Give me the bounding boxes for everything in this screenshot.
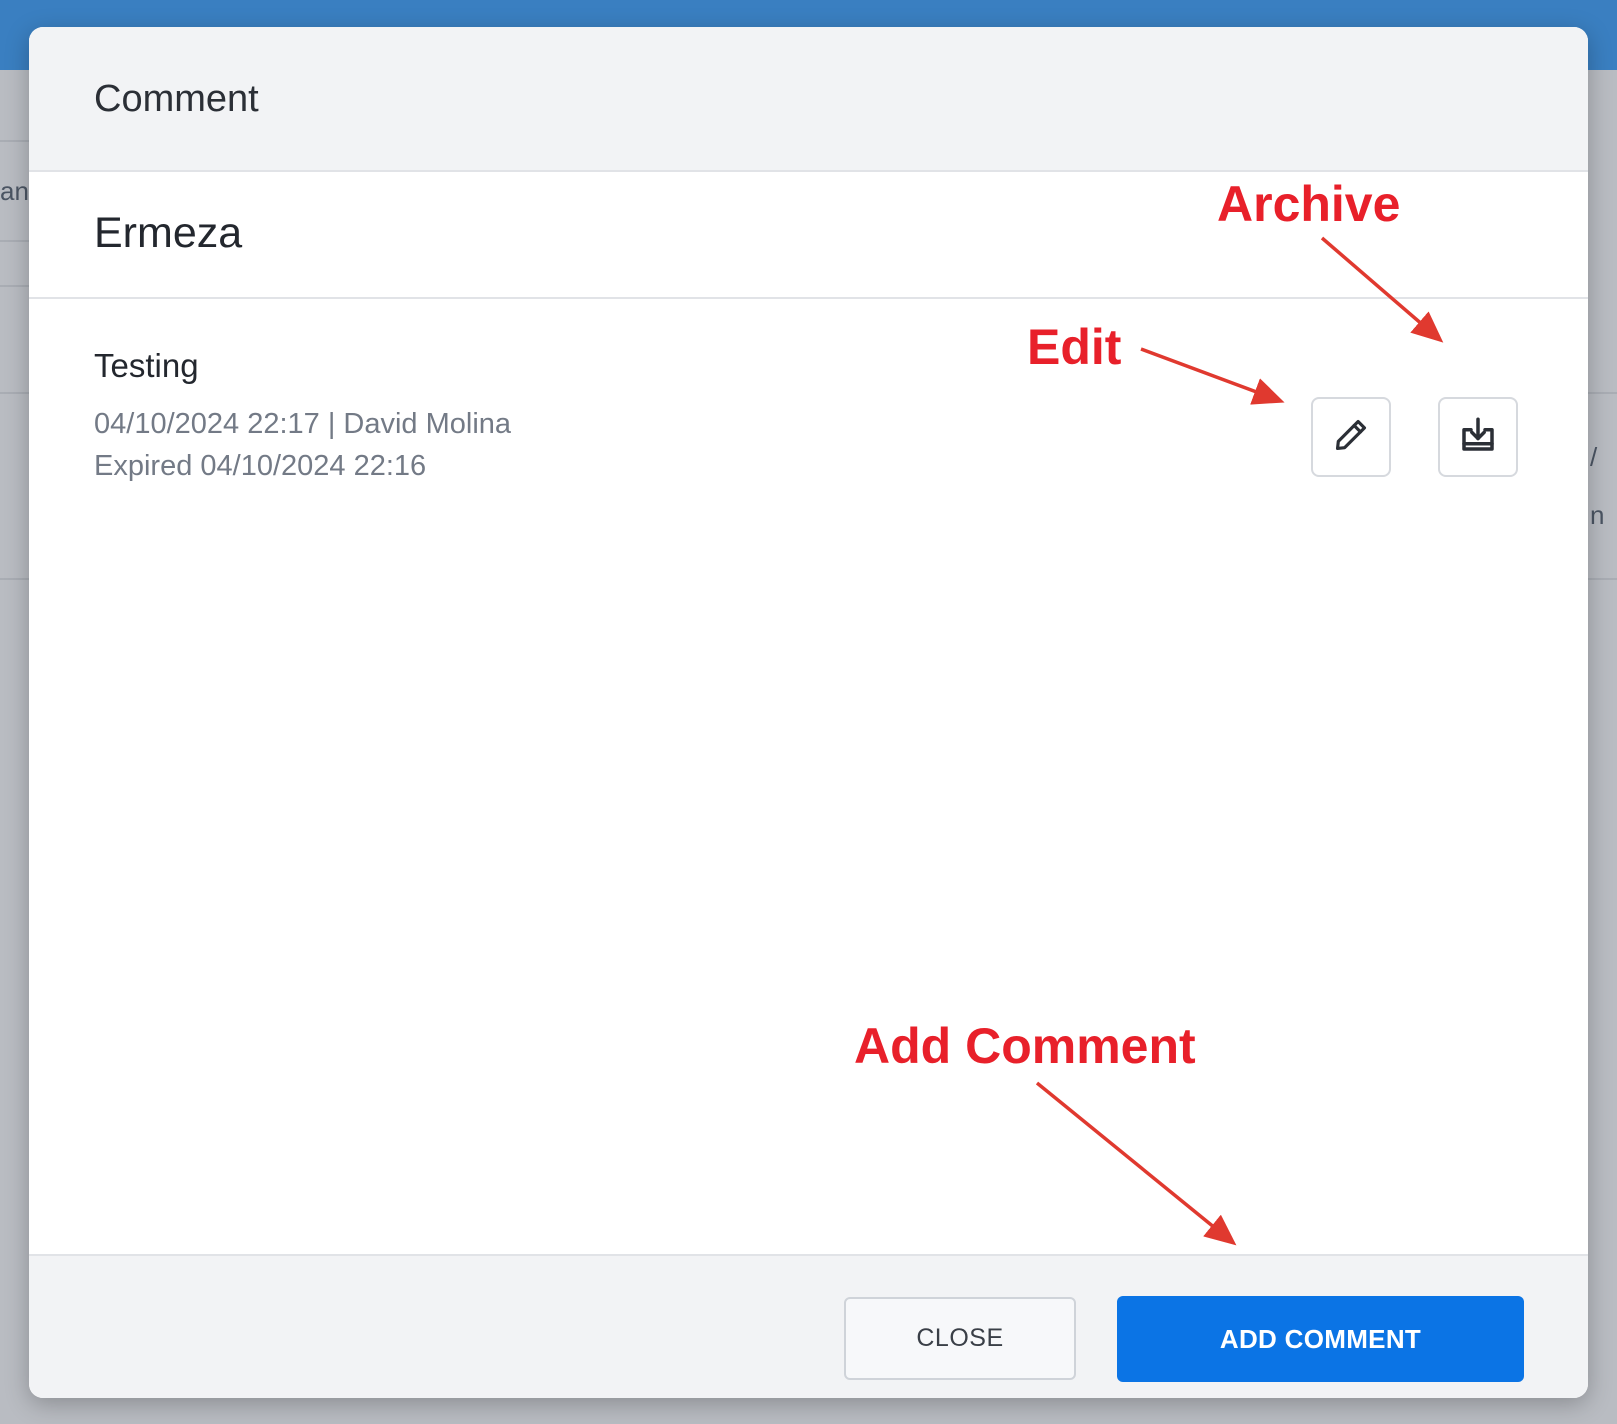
comment-list: Testing 04/10/2024 22:17 | David Molina … [29,299,1588,1254]
bg-text-fragment: an [0,176,29,206]
annotation-archive: Archive [1217,176,1401,232]
bg-divider [1588,578,1617,580]
bg-text-fragment: / [1590,442,1598,472]
close-button[interactable]: CLOSE [844,1297,1076,1380]
bg-divider [0,392,29,394]
bg-divider [0,578,29,580]
comment-text: Testing [94,347,199,384]
add-comment-button[interactable]: ADD COMMENT [1117,1296,1524,1382]
bg-divider [1588,392,1617,394]
section-name: Ermeza [94,209,243,257]
archive-icon [1457,414,1499,461]
archive-button[interactable] [1438,397,1518,477]
bg-divider [0,140,29,142]
comment-meta: 04/10/2024 22:17 | David Molina Expired … [94,403,511,487]
bg-divider [0,240,29,242]
comment-timestamp-author: 04/10/2024 22:17 | David Molina [94,408,512,440]
edit-button[interactable] [1311,397,1391,477]
bg-divider [0,285,29,287]
comment-expired: Expired 04/10/2024 22:16 [94,450,427,482]
modal-footer: CLOSE ADD COMMENT [29,1254,1588,1398]
modal-header: Comment [29,27,1588,172]
modal-title: Comment [94,78,259,120]
bg-text-fragment: n [1590,500,1605,530]
comment-modal: Comment Ermeza Testing 04/10/2024 22:17 … [29,27,1588,1398]
annotation-edit: Edit [1027,319,1122,375]
pencil-icon [1332,416,1370,459]
annotation-add-comment: Add Comment [854,1018,1196,1074]
